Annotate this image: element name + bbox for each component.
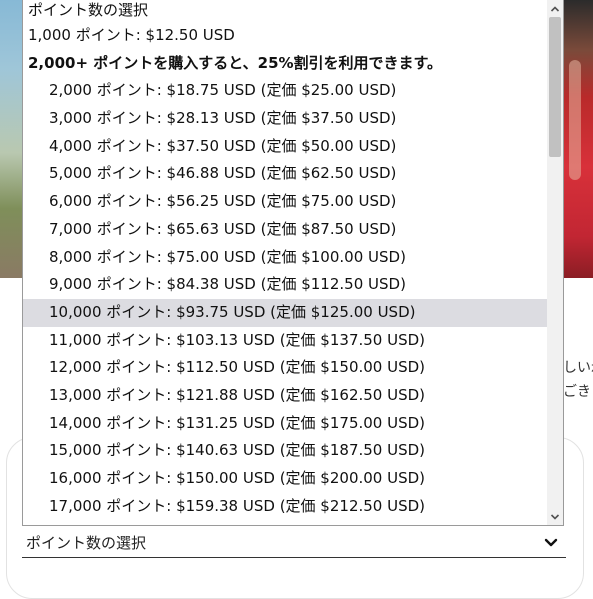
list-item[interactable]: 5,000 ポイント: $46.88 USD (定価 $62.50 USD)	[23, 160, 547, 188]
background-text-snippet: しい示	[563, 360, 593, 376]
list-item[interactable]: 8,000 ポイント: $75.00 USD (定価 $100.00 USD)	[23, 244, 547, 272]
background-photo-left	[0, 0, 22, 278]
option-placeholder[interactable]: ポイント数の選択	[23, 0, 547, 22]
list-item[interactable]: 7,000 ポイント: $65.63 USD (定価 $87.50 USD)	[23, 216, 547, 244]
list-item[interactable]: 4,000 ポイント: $37.50 USD (定価 $50.00 USD)	[23, 133, 547, 161]
dropdown-scrollbar[interactable]	[547, 0, 563, 525]
list-item[interactable]: 15,000 ポイント: $140.63 USD (定価 $187.50 USD…	[23, 437, 547, 465]
list-item[interactable]: 6,000 ポイント: $56.25 USD (定価 $75.00 USD)	[23, 188, 547, 216]
scroll-thumb[interactable]	[549, 17, 561, 157]
list-item[interactable]: 2,000 ポイント: $18.75 USD (定価 $25.00 USD)	[23, 77, 547, 105]
background-text-snippet: ごきま	[563, 384, 593, 400]
points-select[interactable]: ポイント数の選択	[22, 528, 566, 558]
list-item[interactable]: 16,000 ポイント: $150.00 USD (定価 $200.00 USD…	[23, 465, 547, 493]
points-dropdown-list[interactable]: ポイント数の選択 1,000 ポイント: $12.50 USD 2,000+ ポ…	[22, 0, 564, 526]
chevron-down-icon	[550, 513, 560, 520]
list-item[interactable]: 13,000 ポイント: $121.88 USD (定価 $162.50 USD…	[23, 382, 547, 410]
points-select-value: ポイント数の選択	[26, 534, 147, 552]
list-item[interactable]: 14,000 ポイント: $131.25 USD (定価 $175.00 USD…	[23, 410, 547, 438]
scroll-up-button[interactable]	[547, 0, 563, 17]
background-photo-right	[563, 0, 593, 278]
list-item[interactable]: 3,000 ポイント: $28.13 USD (定価 $37.50 USD)	[23, 105, 547, 133]
options-list: ポイント数の選択 1,000 ポイント: $12.50 USD 2,000+ ポ…	[23, 0, 547, 520]
list-item[interactable]: 12,000 ポイント: $112.50 USD (定価 $150.00 USD…	[23, 354, 547, 382]
optgroup-discount-label: 2,000+ ポイントを購入すると、25%割引を利用できます。	[28, 53, 443, 72]
option-1000-points[interactable]: 1,000 ポイント: $12.50 USD	[23, 22, 547, 50]
list-item[interactable]: 11,000 ポイント: $103.13 USD (定価 $137.50 USD…	[23, 327, 547, 355]
list-item[interactable]: 9,000 ポイント: $84.38 USD (定価 $112.50 USD)	[23, 271, 547, 299]
list-item-highlighted[interactable]: 10,000 ポイント: $93.75 USD (定価 $125.00 USD)	[23, 298, 547, 327]
scroll-down-button[interactable]	[547, 508, 563, 525]
list-item[interactable]: 17,000 ポイント: $159.38 USD (定価 $212.50 USD…	[23, 493, 547, 521]
chevron-down-icon	[542, 534, 560, 552]
chevron-up-icon	[550, 5, 560, 12]
